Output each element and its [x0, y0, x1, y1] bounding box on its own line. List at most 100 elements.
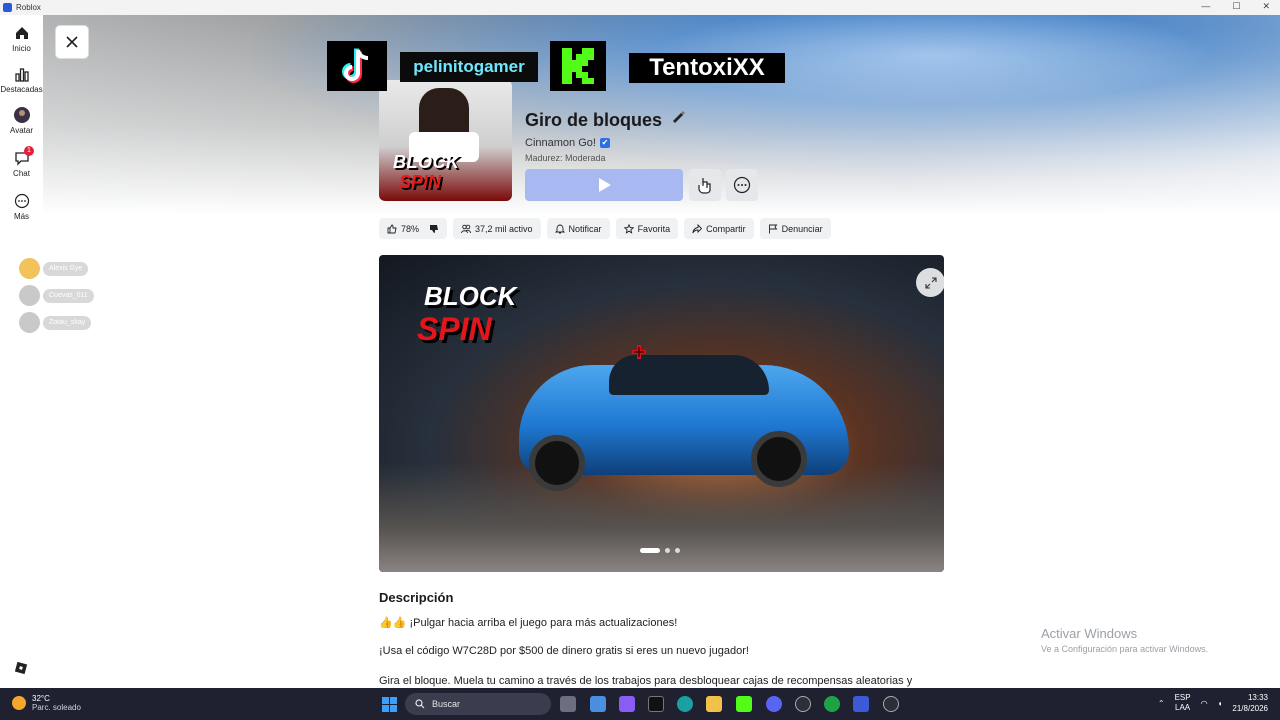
- media-logo-bottom: SPIN: [417, 311, 492, 347]
- streamer-name-badge: pelinitogamer: [400, 52, 538, 82]
- report-button[interactable]: Denunciar: [759, 218, 831, 239]
- minimize-button[interactable]: —: [1201, 1, 1210, 12]
- edge-browser-icon[interactable]: [677, 696, 693, 712]
- sidebar-item-chat[interactable]: 1 Chat: [0, 146, 43, 178]
- friend-item[interactable]: Zotau_skay: [19, 312, 94, 333]
- sidebar-item-more[interactable]: Más: [0, 193, 43, 221]
- close-icon: [66, 36, 78, 48]
- media-carousel[interactable]: BLOCK SPIN: [379, 255, 944, 572]
- volume-icon[interactable]: ◖: [1218, 699, 1223, 708]
- widget-app-icon[interactable]: [590, 696, 606, 712]
- sidebar-item-avatar[interactable]: Avatar: [0, 107, 43, 135]
- wifi-icon[interactable]: ◠: [1201, 699, 1208, 708]
- kick-app-icon[interactable]: [736, 696, 752, 712]
- discord-icon[interactable]: [766, 696, 782, 712]
- favorite-label: Favorita: [637, 223, 671, 234]
- carousel-dot-active[interactable]: [640, 548, 660, 553]
- sidebar-item-label: Más: [13, 212, 30, 221]
- active-players-count: 37,2 mil activo: [475, 223, 533, 234]
- verified-badge-icon: ✔: [599, 138, 610, 148]
- game-creator[interactable]: Cinnamon Go! ✔: [525, 137, 610, 149]
- game-thumbnail: BLOCK SPIN: [379, 80, 512, 201]
- expand-icon: [924, 276, 937, 289]
- chrome-icon[interactable]: [883, 696, 899, 712]
- thumbs-down-icon[interactable]: [429, 224, 439, 234]
- friend-item[interactable]: Alexis Gye: [19, 258, 94, 279]
- sidebar-item-home[interactable]: Inicio: [0, 25, 43, 53]
- kick-logo: [550, 41, 606, 91]
- thumbs-up-icon: [387, 224, 397, 233]
- task-view-icon[interactable]: [560, 696, 576, 712]
- roblox-app-icon: [3, 3, 12, 12]
- tiktok-icon: [342, 48, 369, 83]
- report-label: Denunciar: [781, 223, 823, 234]
- close-game-button[interactable]: [56, 26, 88, 58]
- more-options-button[interactable]: [726, 169, 758, 201]
- star-icon: [623, 223, 634, 234]
- thumb-logo-bottom: SPIN: [399, 172, 442, 192]
- friends-list: Alexis Gye Cuevas_011 Zotau_skay: [19, 258, 94, 339]
- share-label: Compartir: [706, 223, 746, 234]
- game-title: Giro de bloques: [525, 110, 663, 130]
- maturity-rating: Madurez: Moderada: [525, 153, 606, 163]
- tray-chevron-icon[interactable]: ⌃: [1158, 699, 1165, 708]
- sun-cloud-icon: [12, 696, 26, 710]
- party-button[interactable]: [689, 169, 721, 201]
- roblox-logo-icon[interactable]: [13, 660, 29, 676]
- kick-icon: [562, 48, 594, 84]
- roblox-taskbar-icon[interactable]: [853, 696, 869, 712]
- keyboard-layout: LAA: [1175, 703, 1191, 712]
- wikipedia-app-icon[interactable]: [648, 696, 664, 712]
- hand-cursor-icon: [698, 178, 711, 194]
- rating-value: 78%: [401, 223, 420, 234]
- window-titlebar: Roblox — ☐ ✕: [0, 0, 1280, 15]
- sidebar-item-label: Chat: [13, 169, 30, 178]
- friend-name: Zotau_skay: [43, 315, 92, 330]
- active-players-chip: 37,2 mil activo: [453, 218, 541, 239]
- language-indicator[interactable]: ESP LAA: [1175, 693, 1191, 713]
- notify-label: Notificar: [568, 223, 602, 234]
- left-sidebar: Inicio Destacadas Avatar 1 Chat Más: [0, 15, 43, 688]
- obs-icon[interactable]: [795, 696, 811, 712]
- sidebar-item-charts[interactable]: Destacadas: [0, 66, 43, 94]
- avatar-icon: [13, 107, 30, 123]
- car-window-art: [609, 355, 769, 395]
- expand-media-button[interactable]: [916, 268, 944, 297]
- rating-chip[interactable]: 78%: [379, 218, 448, 239]
- share-button[interactable]: Compartir: [684, 218, 754, 239]
- description-heading: Descripción: [379, 590, 454, 605]
- close-window-button[interactable]: ✕: [1262, 1, 1270, 12]
- notify-button[interactable]: Notificar: [546, 218, 610, 239]
- friend-name: Alexis Gye: [43, 261, 89, 276]
- copilot-icon[interactable]: [619, 696, 635, 712]
- language-code: ESP: [1174, 693, 1191, 702]
- search-placeholder: Buscar: [432, 699, 461, 709]
- flag-icon: [768, 224, 777, 233]
- taskbar-clock[interactable]: 13:33 21/8/2026: [1232, 692, 1268, 714]
- friend-name: Cuevas_011: [43, 288, 94, 303]
- share-icon: [692, 223, 703, 233]
- window-title: Roblox: [16, 3, 41, 12]
- favorite-button[interactable]: Favorita: [615, 218, 679, 239]
- sidebar-item-label: Avatar: [10, 126, 33, 135]
- file-explorer-icon[interactable]: [706, 696, 722, 712]
- carousel-dot[interactable]: [665, 548, 670, 553]
- play-button[interactable]: [525, 169, 683, 201]
- carousel-dot[interactable]: [675, 548, 680, 553]
- pencil-cursor-icon: [673, 111, 685, 123]
- friend-avatar: [19, 285, 40, 306]
- thumb-logo-top: BLOCK: [393, 152, 460, 172]
- maximize-button[interactable]: ☐: [1232, 1, 1240, 12]
- game-stats-row: 78% 37,2 mil activo Notificar Favorita C…: [379, 218, 831, 239]
- windows-taskbar: 32°C Parc. soleado Buscar ⌃ ESP LAA ◠ ◖ …: [0, 688, 1280, 720]
- clock-time: 13:33: [1247, 693, 1268, 702]
- taskbar-search[interactable]: Buscar: [405, 693, 551, 715]
- weather-widget[interactable]: 32°C Parc. soleado: [12, 694, 81, 712]
- creator-name[interactable]: Cinnamon Go!: [525, 137, 596, 149]
- friend-item[interactable]: Cuevas_011: [19, 285, 94, 306]
- kick-channel-name: TentoxiXX: [629, 53, 785, 83]
- window-controls: — ☐ ✕: [1201, 1, 1270, 12]
- windows-logo-icon: [390, 705, 397, 712]
- xbox-icon[interactable]: [824, 696, 840, 712]
- start-button[interactable]: [382, 697, 397, 712]
